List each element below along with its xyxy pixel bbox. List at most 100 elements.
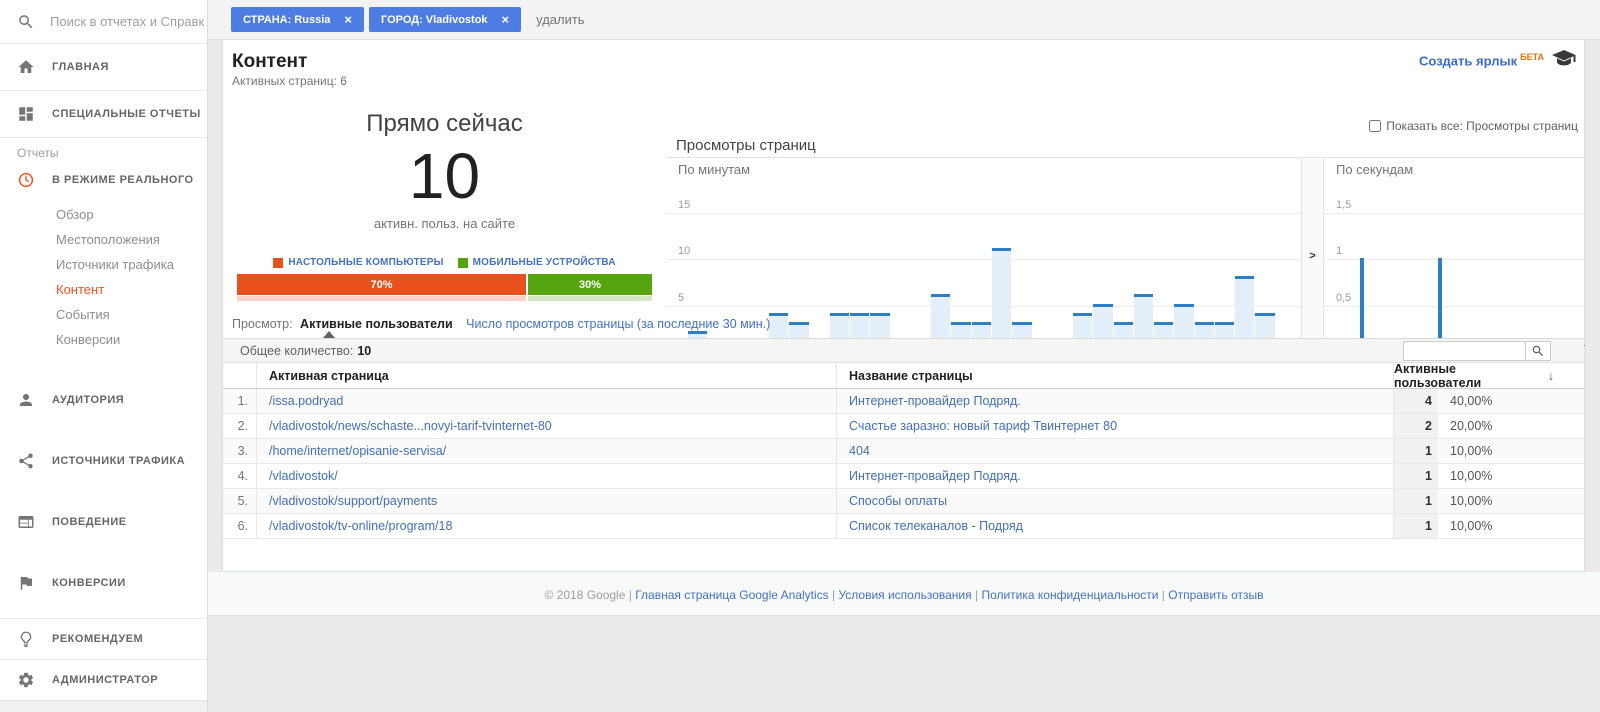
active-users-percent: 10,00%: [1438, 444, 1584, 458]
page-url-link[interactable]: /home/internet/opisanie-servisa/: [269, 444, 446, 458]
show-all-toggle[interactable]: Показать все: Просмотры страниц: [1369, 119, 1578, 133]
filter-chip[interactable]: СТРАНА: Russia×: [231, 7, 364, 32]
col-page-title[interactable]: Название страницы: [837, 363, 1394, 388]
sidebar-subitem-Конверсии[interactable]: Конверсии: [0, 327, 207, 352]
chart-grid-label: 0,5: [1336, 292, 1351, 304]
chart-grid-label: 1: [1336, 245, 1342, 257]
active-users-percent: 10,00%: [1438, 469, 1584, 483]
sidebar-item-conversions[interactable]: КОНВЕРСИИ: [0, 559, 207, 606]
selected-view-caret: [323, 331, 335, 338]
sidebar-subitem-Местоположения[interactable]: Местоположения: [0, 227, 207, 252]
page-url-link[interactable]: /vladivostok/support/payments: [269, 494, 437, 508]
row-number: 6.: [223, 514, 257, 538]
page-title-link[interactable]: 404: [849, 444, 870, 458]
table-body: 1. /issa.podryad Интернет-провайдер Подряд…: [223, 389, 1584, 539]
col-active-users[interactable]: Активные пользователи ↓: [1394, 362, 1584, 390]
sidebar-bottom: РЕКОМЕНДУЕМ АДМИНИСТРАТОР: [0, 618, 207, 700]
view-option-pageviews[interactable]: Число просмотров страницы (за последние …: [466, 317, 770, 331]
row-number: 1.: [223, 389, 257, 413]
table-row: 5./vladivostok/support/paymentsСпособы о…: [223, 489, 1584, 514]
sidebar-subitem-События[interactable]: События: [0, 302, 207, 327]
right-now-title: Прямо сейчас: [223, 110, 666, 138]
active-users-count: 10: [223, 140, 666, 212]
page-url-link[interactable]: /vladivostok/tv-online/program/18: [269, 519, 452, 533]
sidebar-subitem-Источники трафика[interactable]: Источники трафика: [0, 252, 207, 277]
page-title-link[interactable]: Способы оплаты: [849, 494, 947, 508]
table-row: 4. /vladivostok/Интернет-провайдер Подряд…: [223, 464, 1584, 489]
page-url-link[interactable]: /vladivostok/news/schaste...novyi-tarif-…: [269, 419, 552, 433]
sidebar-item-label: КОНВЕРСИИ: [52, 577, 126, 589]
page-url-link[interactable]: /vladivostok/: [269, 469, 338, 483]
realtime-subnav: ОбзорМестоположенияИсточники трафикаКонт…: [0, 198, 207, 362]
footer-link[interactable]: Отправить отзыв: [1168, 588, 1263, 602]
filter-bar: СТРАНА: Russia×ГОРОД: Vladivostok× удали…: [208, 0, 1600, 40]
device-legend: НАСТОЛЬНЫЕ КОМПЬЮТЕРЫ МОБИЛЬНЫЕ УСТРОЙСТВ…: [223, 257, 666, 268]
home-icon: [17, 58, 35, 76]
remove-filter-icon[interactable]: ×: [502, 12, 510, 27]
footer-link[interactable]: Условия использования: [838, 588, 971, 602]
sidebar-item-label: ИСТОЧНИКИ ТРАФИКА: [52, 455, 185, 467]
page-title-link[interactable]: Счастье заразно: новый тариф Твинтернет …: [849, 419, 1117, 433]
device-segment-reflection: [237, 296, 526, 301]
legend-item[interactable]: НАСТОЛЬНЫЕ КОМПЬЮТЕРЫ: [273, 257, 443, 268]
active-users-caption: активн. польз. на сайте: [223, 216, 666, 231]
filter-chip[interactable]: ГОРОД: Vladivostok×: [369, 7, 521, 32]
view-toggle-label: Просмотр:: [232, 317, 293, 331]
active-users-percent: 10,00%: [1438, 494, 1584, 508]
behavior-icon: [17, 513, 35, 531]
sidebar-item-realtime[interactable]: В РЕЖИМЕ РЕАЛЬНОГО: [0, 162, 207, 198]
active-users-value: 1: [1394, 464, 1438, 488]
sidebar-item-audience[interactable]: АУДИТОРИЯ: [0, 376, 207, 423]
sidebar-subitem-Контент[interactable]: Контент: [0, 277, 207, 302]
active-users-value: 1: [1394, 489, 1438, 513]
active-users-percent: 10,00%: [1438, 519, 1584, 533]
active-users-value: 4: [1394, 389, 1438, 413]
legend-item[interactable]: МОБИЛЬНЫЕ УСТРОЙСТВА: [458, 257, 616, 268]
down-arrow-icon[interactable]: ↓: [1548, 369, 1554, 383]
per-second-label: По секундам: [1336, 162, 1413, 177]
sidebar-item-gear[interactable]: АДМИНИСТРАТОР: [0, 659, 207, 700]
sidebar-subitem-Обзор[interactable]: Обзор: [0, 202, 207, 227]
sidebar-item-custom-reports[interactable]: СПЕЦИАЛЬНЫЕ ОТЧЕТЫ: [0, 91, 207, 138]
active-users-value: 1: [1394, 439, 1438, 463]
page-title-link[interactable]: Интернет-провайдер Подряд.: [849, 469, 1021, 483]
sidebar-collapse-strip[interactable]: [0, 700, 207, 712]
page-subtitle: Активных страниц: 6: [232, 74, 347, 88]
show-all-checkbox[interactable]: [1369, 120, 1381, 132]
footer-link[interactable]: Политика конфиденциальности: [981, 588, 1158, 602]
device-split-bar: 70%30%: [237, 274, 652, 295]
sidebar-item-acquisition[interactable]: ИСТОЧНИКИ ТРАФИКА: [0, 437, 207, 484]
sidebar-search[interactable]: Поиск в отчетах и Справк: [0, 0, 207, 44]
footer: © 2018 Google | Главная страница Google …: [208, 588, 1600, 602]
sidebar-item-label: АДМИНИСТРАТОР: [52, 674, 158, 686]
page-title-link[interactable]: Интернет-провайдер Подряд.: [849, 394, 1021, 408]
delete-filters-link[interactable]: удалить: [536, 12, 584, 27]
page-title-link[interactable]: Список телеканалов - Подряд: [849, 519, 1023, 533]
sidebar-item-home[interactable]: ГЛАВНАЯ: [0, 44, 207, 91]
table-search-button[interactable]: [1525, 341, 1551, 361]
footer-link[interactable]: Главная страница Google Analytics: [635, 588, 828, 602]
row-number: 4.: [223, 464, 257, 488]
col-active-page[interactable]: Активная страница: [257, 363, 837, 388]
legend-label: МОБИЛЬНЫЕ УСТРОЙСТВА: [473, 257, 616, 268]
sidebar-item-behavior[interactable]: ПОВЕДЕНИЕ: [0, 498, 207, 545]
page-url-link[interactable]: /issa.podryad: [269, 394, 343, 408]
sidebar: Поиск в отчетах и Справк ГЛАВНАЯ СПЕЦИАЛ…: [0, 0, 208, 712]
academy-hat-icon[interactable]: [1552, 50, 1576, 72]
table-search-input[interactable]: [1403, 341, 1525, 361]
sidebar-sections: АУДИТОРИЯ ИСТОЧНИКИ ТРАФИКА ПОВЕДЕНИЕ КОНВЕ…: [0, 376, 207, 606]
acquisition-icon: [17, 452, 35, 470]
sidebar-item-lightbulb[interactable]: РЕКОМЕНДУЕМ: [0, 618, 207, 659]
beta-badge: БЕТА: [1520, 52, 1544, 62]
create-shortcut-link[interactable]: Создать ярлыкБЕТА: [1419, 52, 1544, 68]
table-row: 6. /vladivostok/tv-online/program/18 Списо…: [223, 514, 1584, 539]
remove-filter-icon[interactable]: ×: [344, 12, 352, 27]
table-row: 2./vladivostok/news/schaste...novyi-tari…: [223, 414, 1584, 439]
right-now-panel: Прямо сейчас 10 активн. польз. на сайте …: [223, 95, 666, 335]
search-icon: [17, 13, 35, 31]
custom-reports-icon: [17, 105, 35, 123]
view-option-active-users[interactable]: Активные пользователи: [300, 317, 453, 331]
main-area: СТРАНА: Russia×ГОРОД: Vladivostok× удали…: [208, 0, 1600, 712]
device-segment: 70%: [237, 274, 526, 295]
active-users-value: 1: [1394, 514, 1438, 538]
